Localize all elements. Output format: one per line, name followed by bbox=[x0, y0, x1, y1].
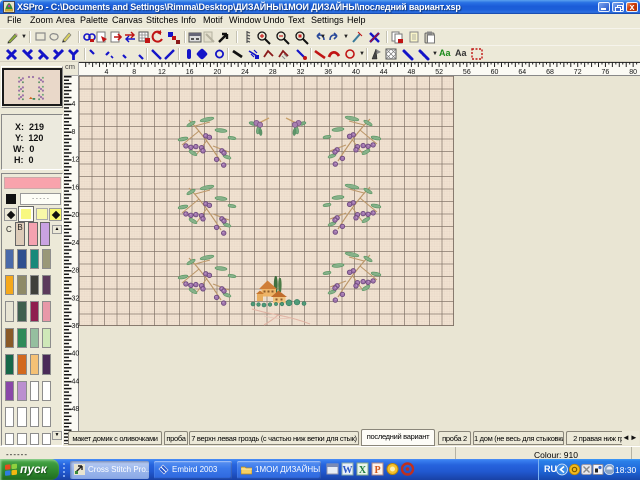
svg-text:32: 32 bbox=[297, 69, 305, 76]
svg-text:28: 28 bbox=[269, 69, 277, 76]
svg-text:36: 36 bbox=[72, 323, 80, 330]
svg-text:20: 20 bbox=[213, 69, 221, 76]
svg-text:60: 60 bbox=[491, 69, 499, 76]
svg-text:36: 36 bbox=[324, 69, 332, 76]
svg-text:48: 48 bbox=[407, 69, 415, 76]
svg-text:8: 8 bbox=[72, 129, 76, 136]
svg-text:24: 24 bbox=[72, 240, 80, 247]
svg-text:68: 68 bbox=[546, 69, 554, 76]
svg-text:72: 72 bbox=[574, 69, 582, 76]
svg-text:20: 20 bbox=[72, 212, 80, 219]
svg-text:40: 40 bbox=[72, 351, 80, 358]
svg-text:48: 48 bbox=[72, 406, 80, 413]
svg-text:80: 80 bbox=[629, 69, 637, 76]
svg-text:16: 16 bbox=[72, 184, 80, 191]
svg-text:12: 12 bbox=[72, 157, 80, 164]
svg-text:4: 4 bbox=[72, 101, 76, 108]
svg-text:40: 40 bbox=[352, 69, 360, 76]
svg-text:44: 44 bbox=[72, 378, 80, 385]
svg-text:4: 4 bbox=[105, 69, 109, 76]
svg-text:X: X bbox=[359, 465, 367, 476]
svg-text:64: 64 bbox=[518, 69, 526, 76]
svg-text:44: 44 bbox=[380, 69, 388, 76]
svg-text:28: 28 bbox=[72, 268, 80, 275]
svg-text:56: 56 bbox=[463, 69, 471, 76]
svg-text:52: 52 bbox=[435, 69, 443, 76]
svg-text:P: P bbox=[374, 465, 380, 476]
svg-text:16: 16 bbox=[186, 69, 194, 76]
svg-text:12: 12 bbox=[158, 69, 166, 76]
svg-text:32: 32 bbox=[72, 295, 80, 302]
svg-text:24: 24 bbox=[241, 69, 249, 76]
svg-text:76: 76 bbox=[602, 69, 610, 76]
svg-text:8: 8 bbox=[132, 69, 136, 76]
svg-text:W: W bbox=[343, 465, 353, 476]
